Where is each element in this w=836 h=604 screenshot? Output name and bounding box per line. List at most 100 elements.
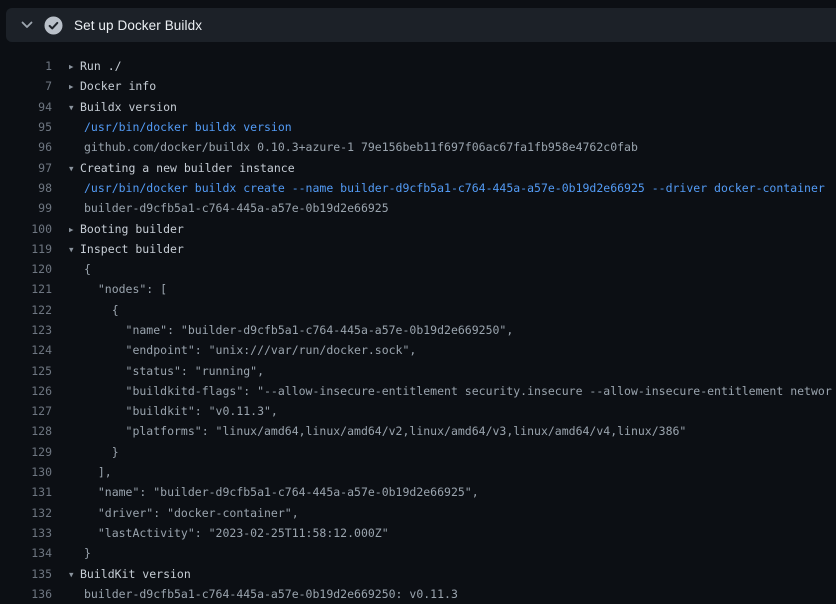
log-output-text: builder-d9cfb5a1-c764-445a-a57e-0b19d2e6… — [69, 587, 836, 601]
group-title: BuildKit version — [80, 567, 191, 581]
check-circle-icon — [42, 16, 64, 35]
log-output-text: "name": "builder-d9cfb5a1-c764-445a-a57e… — [69, 485, 836, 499]
log-group-header[interactable]: ▼BuildKit version — [69, 567, 836, 581]
log-line: 130 ], — [0, 462, 836, 482]
line-number[interactable]: 123 — [0, 323, 52, 337]
log-command-text: /usr/bin/docker buildx create --name bui… — [69, 181, 836, 195]
log-output-text: "buildkit": "v0.11.3", — [69, 404, 836, 418]
log-line: 7 ▶Docker info — [0, 76, 836, 96]
line-number[interactable]: 135 — [0, 567, 52, 581]
line-number[interactable]: 121 — [0, 282, 52, 296]
log-line: 95/usr/bin/docker buildx version — [0, 117, 836, 137]
log-line: 128 "platforms": "linux/amd64,linux/amd6… — [0, 421, 836, 441]
log-group-header[interactable]: ▶Booting builder — [69, 222, 836, 236]
group-title: Buildx version — [80, 100, 177, 114]
log-output-text: "buildkitd-flags": "--allow-insecure-ent… — [69, 384, 836, 398]
log-output-text: "lastActivity": "2023-02-25T11:58:12.000… — [69, 526, 836, 540]
log-output-text: github.com/docker/buildx 0.10.3+azure-1 … — [69, 140, 836, 154]
log-line: 124 "endpoint": "unix:///var/run/docker.… — [0, 340, 836, 360]
line-number[interactable]: 99 — [0, 201, 52, 215]
line-number[interactable]: 133 — [0, 526, 52, 540]
log-line: 135 ▼BuildKit version — [0, 563, 836, 583]
log-line: 131 "name": "builder-d9cfb5a1-c764-445a-… — [0, 482, 836, 502]
line-number[interactable]: 97 — [0, 161, 52, 175]
log-line: 1 ▶Run ./ — [0, 56, 836, 76]
log-line: 97 ▼Creating a new builder instance — [0, 157, 836, 177]
log-line: 125 "status": "running", — [0, 360, 836, 380]
line-number[interactable]: 136 — [0, 587, 52, 601]
line-number[interactable]: 126 — [0, 384, 52, 398]
log-line: 100 ▶Booting builder — [0, 218, 836, 238]
triangle-right-icon[interactable]: ▶ — [69, 82, 80, 91]
line-number[interactable]: 131 — [0, 485, 52, 499]
log-line: 96 github.com/docker/buildx 0.10.3+azure-… — [0, 137, 836, 157]
log-output-text: } — [69, 445, 836, 459]
line-number[interactable]: 129 — [0, 445, 52, 459]
group-title: Run ./ — [80, 59, 122, 73]
group-title: Docker info — [80, 79, 156, 93]
log-line: 120 { — [0, 259, 836, 279]
chevron-down-icon[interactable] — [12, 21, 42, 29]
log-output-text: "name": "builder-d9cfb5a1-c764-445a-a57e… — [69, 323, 836, 337]
log-output-text: { — [69, 303, 836, 317]
log-group-header[interactable]: ▼Buildx version — [69, 100, 836, 114]
line-number[interactable]: 122 — [0, 303, 52, 317]
line-number[interactable]: 124 — [0, 343, 52, 357]
triangle-down-icon[interactable]: ▼ — [69, 103, 80, 112]
line-number[interactable]: 7 — [0, 79, 52, 93]
triangle-right-icon[interactable]: ▶ — [69, 62, 80, 71]
line-number[interactable]: 100 — [0, 222, 52, 236]
log-line: 132 "driver": "docker-container", — [0, 503, 836, 523]
log-area: 1▶Run ./7▶Docker info94▼Buildx version95… — [0, 42, 836, 604]
log-output-text: "nodes": [ — [69, 282, 836, 296]
group-title: Inspect builder — [80, 242, 184, 256]
log-line: 121 "nodes": [ — [0, 279, 836, 299]
line-number[interactable]: 128 — [0, 424, 52, 438]
log-line: 133 "lastActivity": "2023-02-25T11:58:12… — [0, 523, 836, 543]
log-output-text: "endpoint": "unix:///var/run/docker.sock… — [69, 343, 836, 357]
step-title: Set up Docker Buildx — [74, 18, 202, 33]
log-output-text: "status": "running", — [69, 364, 836, 378]
log-output-text: } — [69, 546, 836, 560]
log-line: 99 builder-d9cfb5a1-c764-445a-a57e-0b19d2… — [0, 198, 836, 218]
log-line: 126 "buildkitd-flags": "--allow-insecure… — [0, 381, 836, 401]
log-line: 119 ▼Inspect builder — [0, 239, 836, 259]
log-output-text: builder-d9cfb5a1-c764-445a-a57e-0b19d2e6… — [69, 201, 836, 215]
line-number[interactable]: 134 — [0, 546, 52, 560]
log-command-text: /usr/bin/docker buildx version — [69, 120, 836, 134]
log-output-text: ], — [69, 465, 836, 479]
line-number[interactable]: 1 — [0, 59, 52, 73]
line-number[interactable]: 95 — [0, 120, 52, 134]
triangle-down-icon[interactable]: ▼ — [69, 164, 80, 173]
log-line: 122 { — [0, 300, 836, 320]
log-group-header[interactable]: ▼Inspect builder — [69, 242, 836, 256]
step-header[interactable]: Set up Docker Buildx — [6, 8, 836, 42]
log-line: 134} — [0, 543, 836, 563]
line-number[interactable]: 119 — [0, 242, 52, 256]
line-number[interactable]: 96 — [0, 140, 52, 154]
triangle-right-icon[interactable]: ▶ — [69, 225, 80, 234]
log-group-header[interactable]: ▼Creating a new builder instance — [69, 161, 836, 175]
log-line: 94 ▼Buildx version — [0, 97, 836, 117]
log-line: 98/usr/bin/docker buildx create --name b… — [0, 178, 836, 198]
log-group-header[interactable]: ▶Docker info — [69, 79, 836, 93]
group-title: Creating a new builder instance — [80, 161, 295, 175]
line-number[interactable]: 125 — [0, 364, 52, 378]
line-number[interactable]: 94 — [0, 100, 52, 114]
log-output-text: { — [69, 262, 836, 276]
line-number[interactable]: 98 — [0, 181, 52, 195]
group-title: Booting builder — [80, 222, 184, 236]
log-line: 127 "buildkit": "v0.11.3", — [0, 401, 836, 421]
log-line: 123 "name": "builder-d9cfb5a1-c764-445a-… — [0, 320, 836, 340]
line-number[interactable]: 130 — [0, 465, 52, 479]
log-output-text: "driver": "docker-container", — [69, 506, 836, 520]
line-number[interactable]: 120 — [0, 262, 52, 276]
log-output-text: "platforms": "linux/amd64,linux/amd64/v2… — [69, 424, 836, 438]
log-group-header[interactable]: ▶Run ./ — [69, 59, 836, 73]
triangle-down-icon[interactable]: ▼ — [69, 570, 80, 579]
triangle-down-icon[interactable]: ▼ — [69, 245, 80, 254]
line-number[interactable]: 132 — [0, 506, 52, 520]
log-line: 136 builder-d9cfb5a1-c764-445a-a57e-0b19d… — [0, 584, 836, 604]
line-number[interactable]: 127 — [0, 404, 52, 418]
log-line: 129 } — [0, 442, 836, 462]
